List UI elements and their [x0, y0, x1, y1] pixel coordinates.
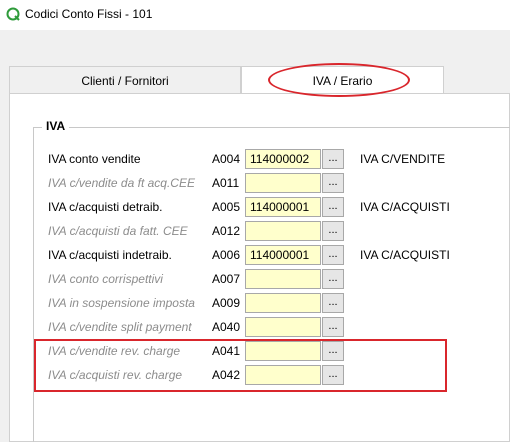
row-label: IVA c/acquisti da fatt. CEE — [48, 224, 188, 238]
row-label: IVA c/vendite da ft acq.CEE — [48, 176, 195, 190]
row-label: IVA conto vendite — [48, 152, 141, 166]
account-code-input[interactable]: 114000002 — [245, 149, 321, 169]
browse-button[interactable]: ... — [322, 365, 344, 385]
account-code-input[interactable] — [245, 293, 321, 313]
window-title: Codici Conto Fissi - 101 — [25, 7, 153, 21]
row-label: IVA c/acquisti indetraib. — [48, 248, 172, 262]
browse-button[interactable]: ... — [322, 245, 344, 265]
account-code-input[interactable] — [245, 173, 321, 193]
account-description: IVA C/VENDITE — [360, 152, 446, 166]
row-code: A006 — [212, 248, 241, 262]
row-code: A009 — [212, 296, 241, 310]
row-code: A041 — [212, 344, 241, 358]
row-code: A042 — [212, 368, 241, 382]
title-bar: Codici Conto Fissi - 101 — [0, 0, 510, 30]
tab-clienti-fornitori[interactable]: Clienti / Fornitori — [9, 66, 241, 94]
account-description: IVA C/ACQUISTI — [360, 200, 450, 214]
row-code: A004 — [212, 152, 241, 166]
browse-button[interactable]: ... — [322, 149, 344, 169]
row-label: IVA conto corrispettivi — [48, 272, 163, 286]
account-code-input[interactable] — [245, 317, 321, 337]
account-code-input[interactable] — [245, 365, 321, 385]
account-code-input[interactable] — [245, 221, 321, 241]
browse-button[interactable]: ... — [322, 341, 344, 361]
tab-iva-erario[interactable]: IVA / Erario — [241, 66, 444, 95]
row-label: IVA c/vendite rev. charge — [48, 344, 181, 358]
account-code-input[interactable] — [245, 269, 321, 289]
browse-button[interactable]: ... — [322, 269, 344, 289]
account-code-input[interactable]: 114000001 — [245, 245, 321, 265]
row-label: IVA c/acquisti rev. charge — [48, 368, 183, 382]
row-code: A005 — [212, 200, 241, 214]
row-code: A007 — [212, 272, 241, 286]
row-code: A040 — [212, 320, 241, 334]
browse-button[interactable]: ... — [322, 293, 344, 313]
browse-button[interactable]: ... — [322, 197, 344, 217]
row-code: A011 — [212, 176, 240, 190]
row-label: IVA in sospensione imposta — [48, 296, 195, 310]
browse-button[interactable]: ... — [322, 317, 344, 337]
browse-button[interactable]: ... — [322, 221, 344, 241]
account-code-input[interactable]: 114000001 — [245, 197, 321, 217]
row-label: IVA c/vendite split payment — [48, 320, 192, 334]
account-code-input[interactable] — [245, 341, 321, 361]
group-title: IVA — [42, 119, 70, 133]
q-logo-icon — [6, 7, 20, 21]
account-description: IVA C/ACQUISTI — [360, 248, 450, 262]
row-code: A012 — [212, 224, 241, 238]
browse-button[interactable]: ... — [322, 173, 344, 193]
row-label: IVA c/acquisti detraib. — [48, 200, 163, 214]
